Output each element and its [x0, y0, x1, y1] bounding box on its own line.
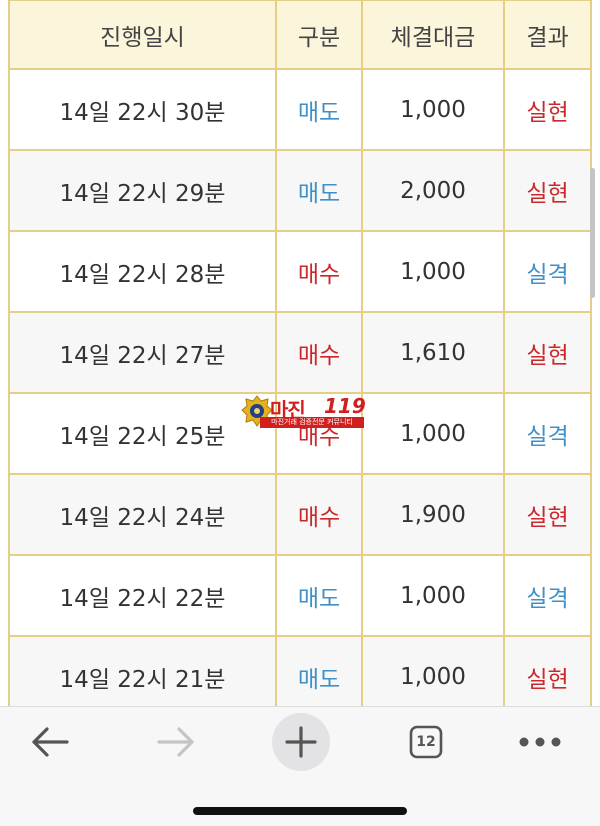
cell-datetime: 14일 22시 28분 [8, 230, 277, 313]
forward-button[interactable] [146, 707, 206, 777]
cell-type: 매수 [275, 230, 363, 313]
cell-datetime: 14일 22시 21분 [8, 635, 277, 706]
cell-type: 매도 [275, 149, 363, 232]
cell-result: 실격 [503, 392, 592, 475]
table-row: 14일 22시 29분 매도 2,000 실현 [8, 149, 592, 232]
table-row: 14일 22시 28분 매수 1,000 실격 [8, 230, 592, 313]
cell-result: 실현 [503, 149, 592, 232]
more-dots-icon [519, 737, 561, 747]
new-tab-circle [272, 713, 330, 771]
cell-datetime: 14일 22시 24분 [8, 473, 277, 556]
cell-type: 매도 [275, 554, 363, 637]
cell-amount: 1,900 [361, 473, 505, 556]
cell-amount: 1,000 [361, 68, 505, 151]
cell-datetime: 14일 22시 29분 [8, 149, 277, 232]
browser-toolbar: 12 [0, 706, 600, 826]
plus-icon [285, 726, 317, 758]
new-tab-button[interactable] [270, 707, 332, 777]
cell-type: 매수 [275, 473, 363, 556]
cell-datetime: 14일 22시 22분 [8, 554, 277, 637]
cell-type: 매도 [275, 68, 363, 151]
table-row: 14일 22시 22분 매도 1,000 실격 [8, 554, 592, 637]
table-header-row: 진행일시 구분 체결대금 결과 [8, 0, 592, 70]
table-row: 14일 22시 21분 매도 1,000 실현 [8, 635, 592, 706]
cell-datetime: 14일 22시 30분 [8, 68, 277, 151]
watermark-subtitle: 마진거래 검증전문 커뮤니티 [260, 417, 364, 428]
table-row: 14일 22시 27분 매수 1,610 실현 [8, 311, 592, 394]
cell-result: 실격 [503, 554, 592, 637]
cell-result: 실현 [503, 68, 592, 151]
watermark-number: 119 [324, 394, 366, 418]
vertical-scrollbar[interactable] [590, 168, 595, 298]
arrow-left-icon [32, 727, 69, 757]
header-amount: 체결대금 [361, 0, 505, 70]
trade-history-table-container: 진행일시 구분 체결대금 결과 14일 22시 30분 매도 1,000 실현 … [0, 0, 600, 706]
cell-amount: 1,000 [361, 635, 505, 706]
header-type: 구분 [275, 0, 363, 70]
back-button[interactable] [20, 707, 80, 777]
trade-history-table: 진행일시 구분 체결대금 결과 14일 22시 30분 매도 1,000 실현 … [8, 0, 592, 706]
cell-datetime: 14일 22시 25분 [8, 392, 277, 475]
tab-count-icon: 12 [409, 725, 443, 759]
cell-amount: 1,000 [361, 554, 505, 637]
tab-switcher-button[interactable]: 12 [396, 707, 456, 777]
cell-result: 실현 [503, 311, 592, 394]
cell-amount: 1,610 [361, 311, 505, 394]
home-indicator[interactable] [193, 807, 407, 815]
more-options-button[interactable] [510, 707, 570, 777]
cell-datetime: 14일 22시 27분 [8, 311, 277, 394]
cell-type: 매도 [275, 635, 363, 706]
arrow-right-icon [157, 727, 194, 757]
table-row: 14일 22시 30분 매도 1,000 실현 [8, 68, 592, 151]
header-result: 결과 [503, 0, 592, 70]
cell-amount: 1,000 [361, 392, 505, 475]
watermark-logo: 마진 119 마진거래 검증전문 커뮤니티 [240, 394, 366, 428]
cell-result: 실격 [503, 230, 592, 313]
tab-count: 12 [416, 734, 436, 750]
cell-type: 매수 [275, 311, 363, 394]
cell-result: 실현 [503, 635, 592, 706]
header-datetime: 진행일시 [8, 0, 277, 70]
screen: 진행일시 구분 체결대금 결과 14일 22시 30분 매도 1,000 실현 … [0, 0, 600, 826]
cell-amount: 2,000 [361, 149, 505, 232]
table-row: 14일 22시 24분 매수 1,900 실현 [8, 473, 592, 556]
cell-amount: 1,000 [361, 230, 505, 313]
cell-result: 실현 [503, 473, 592, 556]
